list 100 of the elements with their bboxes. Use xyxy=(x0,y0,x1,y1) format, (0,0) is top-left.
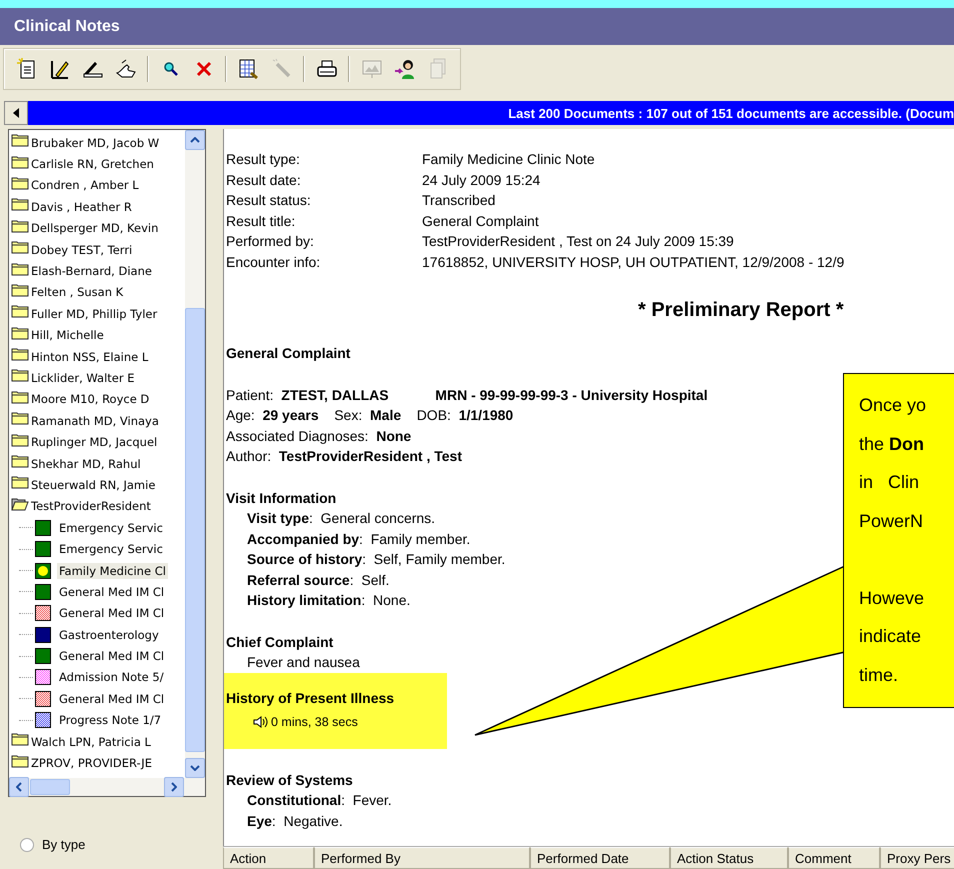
column-header[interactable]: Performed By xyxy=(314,847,530,869)
section-title: History of Present Illness xyxy=(226,688,394,708)
tree-item[interactable]: Gastroenterology xyxy=(57,626,161,643)
tree-item[interactable]: Emergency Servic xyxy=(57,541,165,558)
column-header[interactable]: Proxy Pers xyxy=(880,847,954,869)
report-line: Fever and nausea xyxy=(247,653,360,672)
folder-icon xyxy=(11,368,29,382)
folder-icon xyxy=(11,390,29,404)
scroll-left-button[interactable] xyxy=(4,101,28,125)
tree-item[interactable]: Dobey TEST, Terri xyxy=(29,242,134,258)
field-value: General Complaint xyxy=(422,212,539,231)
field-label: Result date: xyxy=(226,170,302,190)
field-value: TestProviderResident , Test on 24 July 2009 15:39 xyxy=(422,232,734,251)
column-header[interactable]: Comment xyxy=(788,847,880,869)
report-line: Accompanied by: Family member. xyxy=(247,530,470,549)
folder-icon xyxy=(11,732,29,746)
callout-text: Once yo xyxy=(859,394,926,417)
report-line: Visit type: General concerns. xyxy=(247,509,436,528)
folder-icon xyxy=(11,176,29,190)
scroll-thumb[interactable] xyxy=(185,308,205,752)
tree-item[interactable]: Hill, Michelle xyxy=(29,327,106,344)
horizontal-scrollbar[interactable] xyxy=(9,778,205,796)
section-title: Review of Systems xyxy=(226,770,353,790)
left-arrow-icon xyxy=(13,108,19,118)
tree-item[interactable]: Progress Note 1/7 xyxy=(57,712,164,728)
tree-item[interactable]: Ramanath MD, Vinaya xyxy=(29,412,161,429)
report-line: Referral source: Self. xyxy=(247,570,390,590)
field-label: Result type: xyxy=(226,150,301,169)
report-line: Associated Diagnoses: None xyxy=(226,426,412,446)
tree-item[interactable]: Brubaker MD, Jacob W xyxy=(29,134,162,151)
view-option[interactable]: By type xyxy=(20,837,218,852)
report-title: * Preliminary Report * xyxy=(638,298,844,322)
callout-text: in Clin xyxy=(859,471,920,494)
tree-item[interactable]: Carlisle RN, Gretchen xyxy=(29,156,156,172)
folder-icon xyxy=(11,304,29,318)
field-label: Result title: xyxy=(226,212,296,230)
folder-icon xyxy=(11,347,29,362)
tree-item[interactable]: Licklider, Walter E xyxy=(29,370,136,386)
callout-text: PowerN xyxy=(859,510,924,532)
window-title: Clinical Notes xyxy=(14,18,120,36)
folder-icon xyxy=(11,154,29,169)
tree-item[interactable]: Condren , Amber L xyxy=(29,177,141,194)
column-header[interactable]: Action xyxy=(223,847,314,869)
tree-item[interactable]: ZPROV, PROVIDER-JE xyxy=(29,755,154,772)
callout-text: indicate xyxy=(859,625,922,648)
report-line: Source of history: Self, Family member. xyxy=(247,550,506,569)
scroll-down-button[interactable] xyxy=(185,758,205,778)
field-label: Performed by: xyxy=(226,232,315,251)
tree-item[interactable]: Moore M10, Royce D xyxy=(29,391,152,408)
folder-icon xyxy=(11,754,29,768)
report-line: History limitation: None. xyxy=(247,591,410,610)
tree-item[interactable]: Family Medicine Cl xyxy=(57,562,168,578)
vertical-scrollbar[interactable] xyxy=(185,130,205,778)
spreadsheet-icon xyxy=(236,57,260,81)
tree-item[interactable]: Ruplinger MD, Jacquel xyxy=(29,434,160,450)
tree-item[interactable]: Elash-Bernard, Diane xyxy=(29,263,154,280)
folder-icon xyxy=(11,218,29,233)
report-line: Patient: ZTEST, DALLAS MRN - 99-99-99-99-3 - University Hospital xyxy=(226,386,708,405)
field-value: 17618852, UNIVERSITY HOSP, UH OUTPATIENT, 12/9/2008 - 12/9 xyxy=(422,252,844,272)
tree-item[interactable]: General Med IM Cl xyxy=(57,584,166,600)
folder-icon xyxy=(11,432,29,447)
folder-icon xyxy=(11,197,29,212)
tree-item[interactable]: Davis , Heather R xyxy=(29,198,134,215)
tree-item[interactable]: Steuerwald RN, Jamie xyxy=(29,476,158,493)
tree-item[interactable]: Fuller MD, Phillip Tyler xyxy=(29,306,160,322)
tree-item[interactable]: Shekhar MD, Rahul xyxy=(29,456,143,472)
field-label: Result status: xyxy=(226,191,312,210)
callout-text: Howeve xyxy=(859,586,924,610)
tree-item[interactable]: General Med IM Cl xyxy=(57,648,166,664)
column-header[interactable]: Performed Date xyxy=(530,847,670,869)
callout-text: the Don xyxy=(859,432,924,456)
tree-item[interactable]: Admission Note 5/ xyxy=(57,669,166,686)
folder-icon xyxy=(11,240,29,254)
tree-item[interactable]: TestProviderResident xyxy=(29,498,153,514)
field-value: Transcribed xyxy=(422,191,496,210)
folder-icon xyxy=(11,454,29,468)
folder-icon xyxy=(11,262,29,276)
report-line: Author: TestProviderResident , Test xyxy=(226,447,462,466)
folder-icon xyxy=(11,133,29,148)
column-header[interactable]: Action Status xyxy=(670,847,788,869)
report-line: Eye: Negative. xyxy=(247,812,343,831)
scroll-up-button[interactable] xyxy=(185,130,205,150)
tree-item[interactable]: Dellsperger MD, Kevin xyxy=(29,220,160,236)
folder-icon xyxy=(11,282,29,297)
section-title: Visit Information xyxy=(226,488,336,508)
scroll-right-button[interactable] xyxy=(164,777,184,797)
folder-icon xyxy=(11,411,29,426)
section-title: General Complaint xyxy=(226,344,350,363)
tree-item[interactable]: General Med IM Cl xyxy=(57,690,166,707)
audio-duration: 0 mins, 38 secs xyxy=(271,714,358,731)
callout-text: time. xyxy=(859,664,898,686)
tree-item[interactable]: Walch LPN, Patricia L xyxy=(29,734,153,750)
field-label: Encounter info: xyxy=(226,252,322,272)
tree-item[interactable]: Emergency Servic xyxy=(57,520,165,536)
scroll-thumb[interactable] xyxy=(30,779,70,795)
speaker-icon[interactable] xyxy=(253,715,269,730)
tree-item[interactable]: Felten , Susan K xyxy=(29,284,126,300)
tree-item[interactable]: General Med IM Cl xyxy=(57,605,166,622)
report-line: Age: 29 years Sex: Male DOB: 1/1/1980 xyxy=(226,406,514,425)
tree-item[interactable]: Hinton NSS, Elaine L xyxy=(29,348,150,365)
